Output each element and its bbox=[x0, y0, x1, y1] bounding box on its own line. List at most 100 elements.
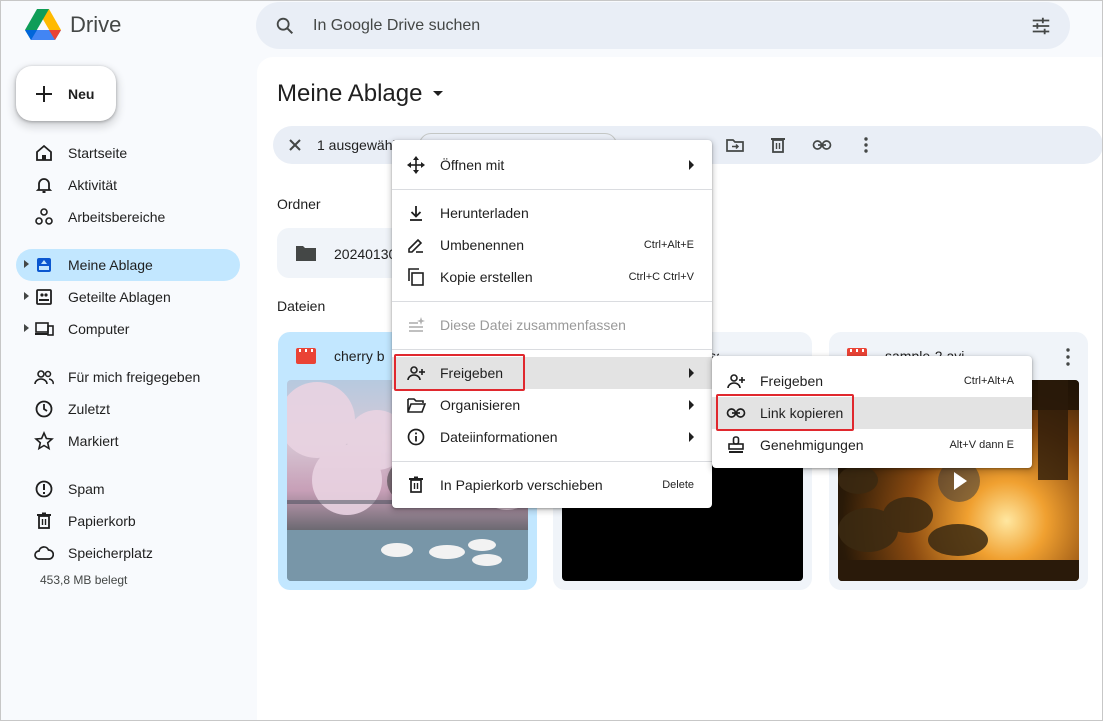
sidebar-item-arbeitsbereiche[interactable]: Arbeitsbereiche bbox=[16, 201, 240, 233]
folder-open-icon bbox=[407, 398, 426, 413]
sidebar-item-markiert[interactable]: Markiert bbox=[16, 425, 240, 457]
drive-logo[interactable]: Drive bbox=[24, 8, 121, 42]
sidebar-item-computer[interactable]: Computer bbox=[16, 313, 240, 345]
trash-icon bbox=[409, 476, 423, 493]
drive-logo-icon bbox=[25, 9, 61, 40]
menu-item-label: Dateiinformationen bbox=[440, 429, 558, 445]
folder-icon bbox=[296, 246, 316, 261]
menu-item-herunterladen[interactable]: Herunterladen bbox=[392, 197, 712, 229]
file-name: cherry blossom.mp4 bbox=[334, 348, 384, 364]
search-input[interactable]: In Google Drive suchen bbox=[313, 17, 480, 35]
new-button[interactable]: Neu bbox=[16, 66, 116, 121]
menu-item-papierkorb[interactable]: In Papierkorb verschieben Delete bbox=[392, 469, 712, 501]
approval-stamp-icon bbox=[728, 436, 744, 453]
menu-item-shortcut: Ctrl+Alt+E bbox=[643, 239, 694, 251]
menu-divider bbox=[392, 349, 712, 350]
menu-item-shortcut: Alt+V dann E bbox=[949, 439, 1014, 451]
sidebar-item-label: Meine Ablage bbox=[68, 257, 153, 273]
sidebar-item-label: Zuletzt bbox=[68, 401, 111, 417]
home-icon bbox=[36, 144, 52, 161]
menu-item-label: Umbenennen bbox=[440, 237, 525, 253]
sidebar-item-label: Startseite bbox=[68, 145, 128, 161]
sidebar-item-fuer-mich-freigegeben[interactable]: Für mich freigegeben bbox=[16, 361, 240, 393]
freigeben-highlight-box bbox=[394, 354, 525, 391]
sidebar-item-papierkorb[interactable]: Papierkorb bbox=[16, 505, 240, 537]
my-drive-icon bbox=[37, 258, 51, 272]
bell-icon bbox=[35, 178, 53, 193]
menu-item-label: In Papierkorb verschieben bbox=[440, 477, 603, 493]
sidebar-item-label: Papierkorb bbox=[68, 513, 136, 529]
sidebar-item-aktivitaet[interactable]: Aktivität bbox=[16, 169, 240, 201]
sidebar-item-speicherplatz[interactable]: Speicherplatz bbox=[16, 537, 240, 569]
menu-item-label: Genehmigungen bbox=[760, 437, 864, 453]
sidebar-item-label: Markiert bbox=[68, 433, 119, 449]
more-options-icon[interactable] bbox=[1066, 348, 1070, 366]
submenu-item-freigeben[interactable]: Freigeben Ctrl+Alt+A bbox=[712, 365, 1032, 397]
menu-divider bbox=[392, 461, 712, 462]
trash-icon bbox=[37, 512, 51, 529]
submenu-arrow-icon bbox=[689, 160, 694, 170]
title-dropdown-icon[interactable] bbox=[433, 91, 443, 96]
submenu-item-genehmigungen[interactable]: Genehmigungen Alt+V dann E bbox=[712, 429, 1032, 461]
menu-divider bbox=[392, 301, 712, 302]
menu-item-label: Diese Datei zusammenfassen bbox=[440, 317, 626, 333]
star-icon bbox=[34, 431, 54, 451]
people-icon bbox=[34, 370, 54, 385]
cloud-icon bbox=[34, 546, 54, 560]
menu-item-label: Herunterladen bbox=[440, 205, 529, 221]
sidebar-item-label: Geteilte Ablagen bbox=[68, 289, 171, 305]
link-icon[interactable] bbox=[812, 135, 832, 155]
sidebar-item-label: Aktivität bbox=[68, 177, 118, 193]
move-to-folder-icon[interactable] bbox=[725, 135, 745, 155]
sidebar-item-label: Speicherplatz bbox=[68, 545, 153, 561]
menu-item-zusammenfassen: Diese Datei zusammenfassen bbox=[392, 309, 712, 341]
search-options-icon[interactable] bbox=[1030, 15, 1052, 37]
menu-item-umbenennen[interactable]: Umbenennen Ctrl+Alt+E bbox=[392, 229, 712, 261]
shared-drives-icon bbox=[36, 289, 52, 305]
menu-item-label: Organisieren bbox=[440, 397, 521, 413]
expand-caret-icon[interactable] bbox=[24, 292, 29, 300]
menu-item-organisieren[interactable]: Organisieren bbox=[392, 389, 712, 421]
more-actions-icon[interactable] bbox=[856, 135, 876, 155]
files-section-label: Dateien bbox=[277, 298, 326, 314]
sidebar-item-startseite[interactable]: Startseite bbox=[16, 137, 240, 169]
new-button-label: Neu bbox=[68, 85, 95, 102]
copy-icon bbox=[408, 268, 424, 286]
info-icon bbox=[407, 428, 425, 446]
menu-item-label: Freigeben bbox=[760, 373, 824, 389]
delete-icon[interactable] bbox=[768, 135, 788, 155]
add-person-icon bbox=[727, 374, 745, 389]
expand-caret-icon[interactable] bbox=[24, 260, 29, 268]
search-icon[interactable] bbox=[274, 15, 296, 37]
menu-item-shortcut: Ctrl+C Ctrl+V bbox=[628, 271, 694, 283]
download-icon bbox=[410, 206, 422, 221]
spam-icon bbox=[35, 480, 53, 498]
submenu-arrow-icon bbox=[689, 400, 694, 410]
menu-item-label: Öffnen mit bbox=[440, 157, 505, 173]
menu-item-label: Kopie erstellen bbox=[440, 269, 533, 285]
move-arrows-icon bbox=[407, 156, 425, 174]
folders-section-label: Ordner bbox=[277, 196, 321, 212]
link-kopieren-highlight-box bbox=[716, 394, 854, 431]
sidebar-item-label: Spam bbox=[68, 481, 105, 497]
sidebar-item-geteilte-ablagen[interactable]: Geteilte Ablagen bbox=[16, 281, 240, 313]
close-selection-icon[interactable] bbox=[285, 135, 305, 155]
page-title[interactable]: Meine Ablage bbox=[277, 80, 422, 108]
clock-icon bbox=[35, 400, 53, 418]
sidebar-item-spam[interactable]: Spam bbox=[16, 473, 240, 505]
menu-item-kopie-erstellen[interactable]: Kopie erstellen Ctrl+C Ctrl+V bbox=[392, 261, 712, 293]
expand-caret-icon[interactable] bbox=[24, 324, 29, 332]
sidebar-item-label: Arbeitsbereiche bbox=[68, 209, 166, 225]
computer-icon bbox=[35, 322, 54, 336]
menu-divider bbox=[392, 189, 712, 190]
sidebar-item-zuletzt[interactable]: Zuletzt bbox=[16, 393, 240, 425]
menu-item-oeffnen-mit[interactable]: Öffnen mit bbox=[392, 149, 712, 181]
menu-item-dateiinformationen[interactable]: Dateiinformationen bbox=[392, 421, 712, 453]
menu-item-shortcut: Delete bbox=[662, 479, 694, 491]
rename-pencil-icon bbox=[408, 238, 423, 253]
submenu-arrow-icon bbox=[689, 432, 694, 442]
storage-used-text: 453,8 MB belegt bbox=[40, 573, 128, 587]
search-bar[interactable]: In Google Drive suchen bbox=[256, 2, 1070, 49]
context-menu: Öffnen mit Herunterladen Umbenennen Ctrl… bbox=[392, 140, 712, 508]
sidebar-item-meine-ablage[interactable]: Meine Ablage bbox=[16, 249, 240, 281]
